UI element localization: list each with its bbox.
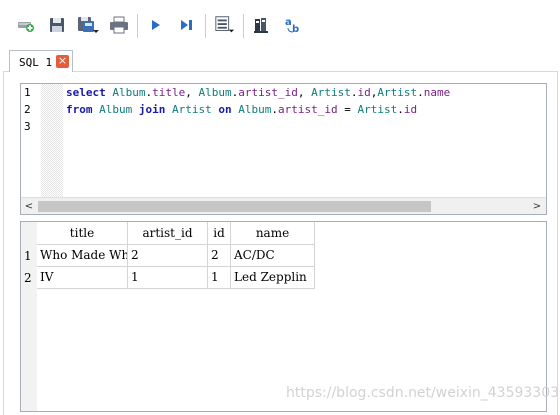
query-builder-icon[interactable] — [251, 14, 273, 36]
svg-text:b: b — [292, 24, 299, 35]
toolbar-separator — [205, 14, 206, 38]
column-token: id — [403, 103, 418, 116]
save-icon[interactable] — [46, 14, 68, 36]
table-cell[interactable]: IV — [37, 267, 128, 289]
table-cell[interactable]: 1 — [208, 267, 231, 289]
keyword-token: join — [138, 103, 166, 116]
print-icon[interactable] — [108, 14, 130, 36]
table-token: Album — [112, 86, 146, 99]
column-header-name[interactable]: name — [231, 222, 315, 245]
table-cell[interactable]: 1 — [128, 267, 208, 289]
table-token: Artist — [377, 86, 418, 99]
column-header-id[interactable]: id — [208, 222, 231, 245]
keyword-token: from — [66, 103, 93, 116]
row-number: 1 — [24, 249, 32, 263]
new-connection-icon[interactable] — [15, 14, 37, 36]
result-grid[interactable]: title artist_id id name 1 Who Made Who 2… — [20, 221, 547, 412]
line-number: 2 — [24, 103, 31, 116]
run-icon[interactable] — [145, 14, 167, 36]
svg-text:a: a — [285, 17, 292, 28]
code-token: , — [297, 86, 312, 99]
scroll-left-icon[interactable]: < — [21, 199, 37, 214]
code-token: . — [397, 103, 404, 116]
horizontal-scrollbar[interactable]: < > — [21, 197, 546, 214]
tab-label: SQL 1 — [19, 56, 53, 69]
line-number-gutter: 1 2 3 — [21, 84, 41, 197]
scrollbar-thumb[interactable] — [38, 201, 431, 212]
sql-editor[interactable]: 1 2 3 select Album.title, Album.artist_i… — [20, 83, 547, 215]
line-number: 1 — [24, 86, 31, 99]
column-token: artist_id — [278, 103, 338, 116]
keyword-token: select — [66, 86, 106, 99]
column-token: artist_id — [238, 86, 298, 99]
run-step-icon[interactable] — [176, 14, 198, 36]
keyword-token: on — [218, 103, 232, 116]
watermark: https://blog.csdn.net/weixin_43593303 — [286, 385, 560, 401]
column-token: title — [152, 86, 186, 99]
toolbar-separator — [137, 14, 138, 38]
table-cell[interactable]: 2 — [208, 245, 231, 267]
code-line-1: select Album.title, Album.artist_id, Art… — [66, 86, 450, 99]
scroll-right-icon[interactable]: > — [529, 199, 545, 214]
line-number: 3 — [24, 120, 31, 133]
column-token: name — [423, 86, 451, 99]
table-token: Album — [238, 103, 272, 116]
explain-icon[interactable] — [214, 14, 236, 36]
table-cell[interactable]: Who Made Who — [37, 245, 128, 267]
table-cell[interactable]: AC/DC — [231, 245, 315, 267]
tab-sql-1[interactable]: SQL 1 × — [9, 50, 73, 72]
column-header-title[interactable]: title — [37, 222, 128, 245]
code-token: . — [417, 86, 424, 99]
save-as-icon[interactable] — [77, 14, 99, 36]
code-token: = — [337, 103, 358, 116]
table-token: Album — [99, 103, 133, 116]
close-icon[interactable]: × — [56, 55, 69, 68]
table-cell[interactable]: Led Zepplin — [231, 267, 315, 289]
column-token: id — [357, 86, 371, 99]
column-header-artist-id[interactable]: artist_id — [128, 222, 208, 245]
row-number: 2 — [24, 271, 32, 285]
table-token: Album — [198, 86, 232, 99]
toolbar-separator — [243, 14, 244, 38]
beautify-icon[interactable]: ab — [282, 14, 304, 36]
code-line-2: from Album join Artist on Album.artist_i… — [66, 103, 417, 116]
code-token: . — [271, 103, 278, 116]
table-token: Artist — [172, 103, 212, 116]
table-token: Artist — [357, 103, 398, 116]
table-cell[interactable]: 2 — [128, 245, 208, 267]
code-token: , — [185, 86, 199, 99]
fold-margin — [41, 84, 63, 197]
toolbar: ab — [0, 0, 560, 50]
table-token: Artist — [311, 86, 351, 99]
